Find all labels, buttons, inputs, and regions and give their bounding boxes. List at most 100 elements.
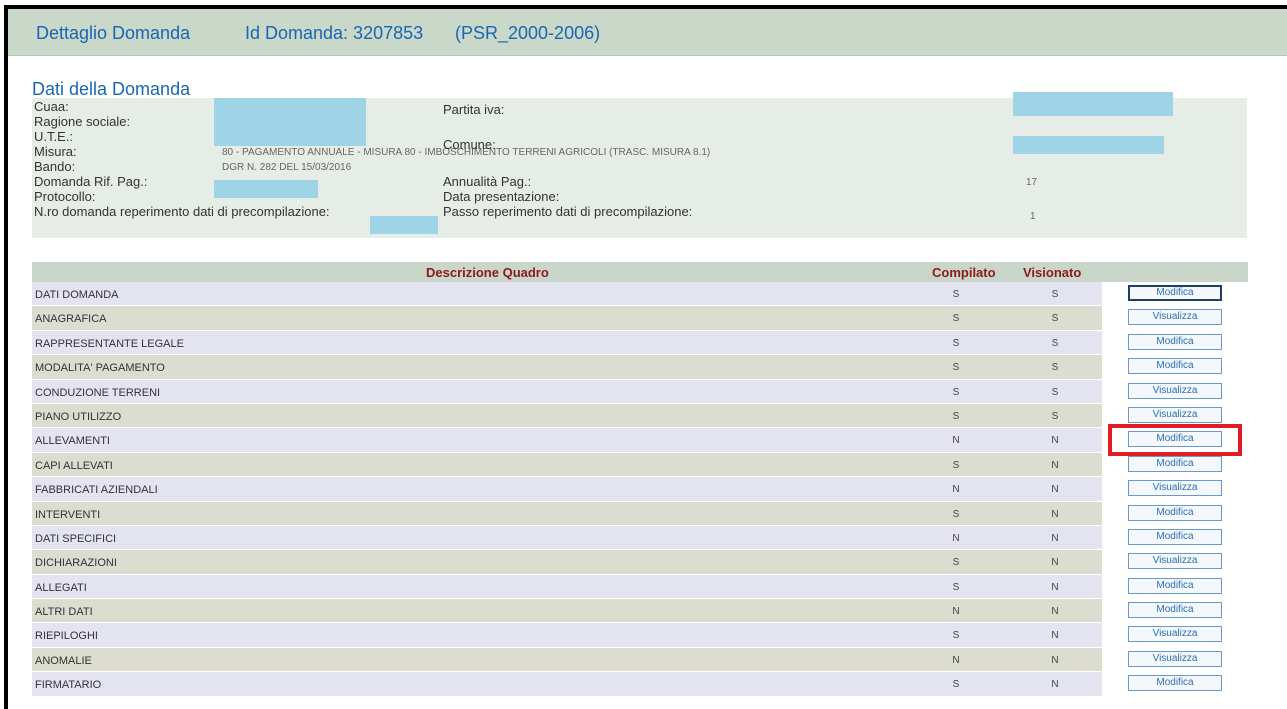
protocollo-label: Protocollo: <box>34 189 96 204</box>
quadro-name: CONDUZIONE TERRENI <box>35 386 161 399</box>
visionato-value: N <box>1051 508 1059 520</box>
quadro-name: ANOMALIE <box>35 654 92 667</box>
visualizza-button[interactable]: Visualizza <box>1128 553 1222 570</box>
modifica-button[interactable]: Modifica <box>1128 285 1222 301</box>
quadro-name: DATI DOMANDA <box>35 289 119 301</box>
visualizza-button[interactable]: Visualizza <box>1128 309 1222 326</box>
compilato-value: S <box>952 289 960 300</box>
table-row: CONDUZIONE TERRENI S S Visualizza <box>32 379 1248 404</box>
quadro-name: MODALITA' PAGAMENTO <box>35 362 165 375</box>
quadro-name: ALLEVAMENTI <box>35 435 110 448</box>
quadro-name: ALTRI DATI <box>35 606 93 619</box>
domanda-rif-label: Domanda Rif. Pag.: <box>34 174 148 189</box>
domanda-info-panel: Cuaa: Ragione sociale: U.T.E.: Misura: B… <box>32 92 1247 238</box>
cuaa-label: Cuaa: <box>34 99 69 114</box>
quadro-name: FIRMATARIO <box>35 679 102 692</box>
table-body: DATI DOMANDA S S Modifica ANAGRAFICA S S Visual… <box>32 282 1248 697</box>
redacted-domanda-rif <box>214 180 318 198</box>
compilato-value: S <box>952 459 960 471</box>
quadro-name: FABBRICATI AZIENDALI <box>35 484 158 497</box>
redacted-comune <box>1013 136 1164 154</box>
quadro-name: ALLEGATI <box>35 581 87 594</box>
redacted-cuaa-ragione <box>214 98 366 146</box>
visionato-value: N <box>1051 679 1059 691</box>
compilato-value: N <box>952 654 960 666</box>
section-title: Dati della Domanda <box>32 79 191 99</box>
compilato-value: S <box>952 362 960 374</box>
table-row: FIRMATARIO S N Modifica <box>32 672 1248 697</box>
data-presentazione-label: Data presentazione: <box>443 189 560 204</box>
header-visionato: Visionato <box>1023 265 1082 280</box>
highlight-box <box>1108 424 1242 456</box>
visionato-value: S <box>1051 289 1059 300</box>
compilato-value: N <box>952 435 960 447</box>
redacted-nro-domanda <box>370 216 438 234</box>
header-compilato: Compilato <box>932 265 996 280</box>
compilato-value: S <box>952 679 960 691</box>
table-row: RIEPILOGHI S N Visualizza <box>32 623 1248 648</box>
modifica-button[interactable]: Modifica <box>1128 528 1222 545</box>
table-row: MODALITA' PAGAMENTO S S Modifica <box>32 355 1248 380</box>
bando-label: Bando: <box>34 159 76 174</box>
quadro-name: INTERVENTI <box>35 508 101 521</box>
table-row: INTERVENTI S N Modifica <box>32 501 1248 526</box>
comune-label: Comune: <box>443 137 496 152</box>
table-row: ALTRI DATI N N Modifica <box>32 599 1248 624</box>
compilato-value: S <box>952 386 960 398</box>
compilato-value: S <box>952 508 960 520</box>
modifica-button[interactable]: Modifica <box>1128 577 1222 594</box>
passo-label: Passo reperimento dati di precompilazion… <box>443 204 693 219</box>
modifica-button[interactable]: Modifica <box>1128 602 1222 619</box>
redacted-partita-iva <box>1013 92 1173 116</box>
visionato-value: N <box>1051 484 1059 496</box>
visionato-value: N <box>1051 435 1059 447</box>
modifica-button[interactable]: Modifica <box>1128 358 1222 375</box>
bando-value: DGR N. 282 DEL 15/03/2016 <box>222 162 352 173</box>
table-row: DATI DOMANDA S S Modifica <box>32 282 1248 307</box>
table-row: RAPPRESENTANTE LEGALE S S Modifica <box>32 330 1248 356</box>
visionato-value: S <box>1051 362 1059 374</box>
quadro-name: RIEPILOGHI <box>35 630 98 643</box>
quadro-name: DICHIARAZIONI <box>35 557 117 570</box>
quadro-name: RAPPRESENTANTE LEGALE <box>35 337 184 350</box>
compilato-value: S <box>952 410 960 422</box>
visionato-value: N <box>1051 654 1059 666</box>
modifica-button[interactable]: Modifica <box>1128 455 1222 472</box>
nro-domanda-label: N.ro domanda reperimento dati di precomp… <box>34 204 330 219</box>
ragione-sociale-label: Ragione sociale: <box>34 114 131 129</box>
domanda-id: Id Domanda: 3207853 <box>245 23 424 43</box>
compilato-value: N <box>952 532 960 544</box>
table-row: PIANO UTILIZZO S S Visualizza <box>32 403 1248 429</box>
table-row: ANAGRAFICA S S Visualizza <box>32 306 1248 331</box>
visionato-value: N <box>1051 459 1059 471</box>
quadro-name: ANAGRAFICA <box>35 313 107 326</box>
modifica-button[interactable]: Modifica <box>1128 504 1222 521</box>
visionato-value: N <box>1051 532 1059 544</box>
visualizza-button[interactable]: Visualizza <box>1128 650 1222 667</box>
modifica-button[interactable]: Modifica <box>1128 333 1222 350</box>
quadri-table: Descrizione Quadro Compilato Visionato D… <box>32 262 1248 697</box>
visualizza-button[interactable]: Visualizza <box>1128 480 1222 497</box>
annualita-label: Annualità Pag.: <box>443 174 532 189</box>
visionato-value: S <box>1051 337 1059 349</box>
table-row: FABBRICATI AZIENDALI N N Visualizza <box>32 477 1248 502</box>
quadro-name: DATI SPECIFICI <box>35 532 117 545</box>
table-row: DATI SPECIFICI N N Modifica <box>32 525 1248 551</box>
compilato-value: N <box>952 484 960 496</box>
table-header: Descrizione Quadro Compilato Visionato <box>32 262 1248 282</box>
misura-label: Misura: <box>34 144 77 159</box>
visionato-value: N <box>1051 630 1059 642</box>
compilato-value: S <box>952 313 960 325</box>
visionato-value: S <box>1051 386 1059 398</box>
visualizza-button[interactable]: Visualizza <box>1128 382 1222 399</box>
program-label: (PSR_2000-2006) <box>455 23 601 43</box>
table-row: DICHIARAZIONI S N Visualizza <box>32 550 1248 575</box>
quadro-name: PIANO UTILIZZO <box>35 410 122 423</box>
partita-iva-label: Partita iva: <box>443 102 505 117</box>
compilato-value: N <box>952 606 960 618</box>
modifica-button[interactable]: Modifica <box>1128 675 1222 692</box>
visionato-value: N <box>1051 606 1059 618</box>
visualizza-button[interactable]: Visualizza <box>1128 626 1222 643</box>
visualizza-button[interactable]: Visualizza <box>1128 406 1222 423</box>
passo-value: 1 <box>1030 211 1036 222</box>
